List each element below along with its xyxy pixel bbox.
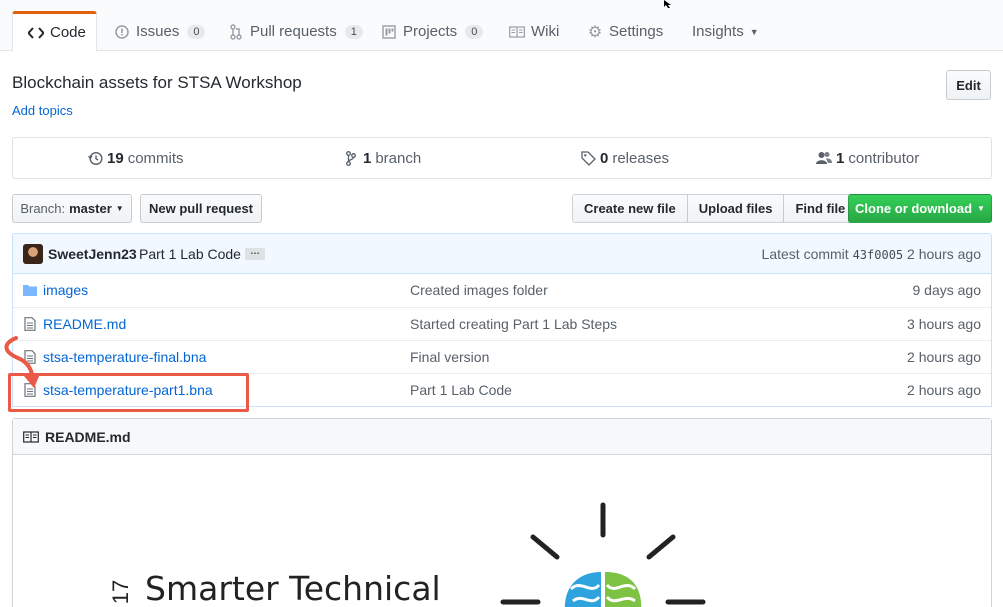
releases-count: 0: [600, 149, 609, 167]
tab-label: Issues: [136, 23, 180, 40]
branch-icon: [343, 150, 359, 166]
issue-icon: [114, 24, 130, 40]
contributors-label: contributor: [848, 149, 920, 167]
commit-age: 2 hours ago: [907, 246, 981, 262]
table-row: images Created images folder 9 days ago: [13, 274, 991, 307]
latest-commit-info: Latest commit 43f0005 2 hours ago: [762, 246, 981, 262]
file-commit-message[interactable]: Final version: [410, 349, 489, 365]
file-name-link[interactable]: stsa-temperature-final.bna: [43, 349, 206, 365]
folder-icon: [23, 285, 37, 296]
latest-commit-bar: SweetJenn23 Part 1 Lab Code … Latest com…: [12, 233, 992, 274]
annotation-arrow-icon: [4, 336, 40, 388]
chevron-down-icon: ▼: [115, 204, 124, 213]
latest-commit-label: Latest commit: [761, 246, 849, 262]
contributors-link[interactable]: 1 contributor: [816, 138, 919, 178]
tag-icon: [580, 150, 596, 166]
repo-nav: Code Issues 0 Pull requests 1 Projects 0…: [0, 0, 1003, 52]
readme-header: README.md: [13, 419, 991, 455]
commit-message[interactable]: Part 1 Lab Code: [139, 246, 241, 262]
file-name-link[interactable]: images: [43, 282, 88, 298]
tab-label: Pull requests: [250, 23, 337, 40]
tab-wiki[interactable]: Wiki: [494, 11, 574, 52]
find-file-button[interactable]: Find file: [784, 195, 857, 222]
tab-label: Insights: [692, 23, 744, 40]
readme-logo-text: Smarter Technical: [145, 569, 441, 607]
readme-title: README.md: [45, 428, 131, 445]
issues-counter: 0: [187, 24, 206, 39]
releases-label: releases: [612, 149, 670, 167]
tab-label: Code: [50, 24, 86, 41]
logo-year: 17: [108, 579, 134, 605]
tab-label: Settings: [609, 23, 664, 40]
tab-code[interactable]: Code: [12, 11, 97, 52]
commits-link[interactable]: 19 commits: [87, 138, 184, 178]
branch-select-button[interactable]: Branch: master ▼: [12, 194, 132, 223]
edit-description-button[interactable]: Edit: [946, 70, 991, 100]
file-navigation-group: Create new file Upload files Find file: [572, 194, 858, 223]
people-icon: [816, 150, 832, 166]
project-icon: [381, 24, 397, 40]
file-age: 9 days ago: [912, 282, 982, 298]
file-icon: [24, 317, 36, 331]
releases-link[interactable]: 0 releases: [580, 138, 669, 178]
tab-settings[interactable]: ⚙ Settings: [572, 11, 678, 52]
branches-link[interactable]: 1 branch: [343, 138, 421, 178]
add-topics-link[interactable]: Add topics: [12, 103, 73, 118]
file-age: 3 hours ago: [907, 316, 981, 332]
file-age: 2 hours ago: [907, 349, 981, 365]
history-icon: [87, 150, 103, 166]
contributors-count: 1: [836, 149, 845, 167]
create-new-file-button[interactable]: Create new file: [573, 195, 688, 222]
tab-insights[interactable]: Insights ▼: [677, 11, 774, 52]
file-commit-message[interactable]: Started creating Part 1 Lab Steps: [410, 316, 617, 332]
table-row: stsa-temperature-final.bna Final version…: [13, 340, 991, 373]
gear-icon: ⚙: [587, 23, 603, 41]
commits-label: commits: [127, 149, 184, 167]
clone-or-download-button[interactable]: Clone or download ▼: [848, 194, 992, 223]
file-name-link[interactable]: README.md: [43, 316, 126, 332]
tab-projects[interactable]: Projects 0: [366, 11, 498, 52]
commits-count: 19: [107, 149, 124, 167]
tab-issues[interactable]: Issues 0: [99, 11, 220, 52]
mouse-cursor-icon: [664, 0, 671, 8]
upload-files-button[interactable]: Upload files: [687, 195, 785, 222]
book-icon: [23, 430, 39, 443]
code-icon: [28, 25, 44, 41]
repo-description: Blockchain assets for STSA Workshop: [12, 73, 302, 92]
brain-logo-icon: [500, 502, 706, 607]
chevron-down-icon: ▼: [749, 26, 759, 37]
new-pull-request-button[interactable]: New pull request: [140, 194, 262, 223]
file-age: 2 hours ago: [907, 382, 981, 398]
projects-counter: 0: [465, 24, 484, 39]
tab-pull-requests[interactable]: Pull requests 1: [213, 11, 378, 52]
clone-label: Clone or download: [855, 201, 973, 216]
tab-label: Wiki: [531, 23, 560, 40]
file-commit-message[interactable]: Part 1 Lab Code: [410, 382, 512, 398]
pull-requests-counter: 1: [344, 24, 363, 39]
pull-request-icon: [228, 23, 244, 40]
branch-prefix: Branch:: [20, 201, 66, 216]
readme-panel: README.md 17 Smarter Technical: [12, 418, 992, 607]
file-commit-message[interactable]: Created images folder: [410, 282, 548, 298]
commit-sha[interactable]: 43f0005: [853, 248, 904, 262]
branches-label: branch: [375, 149, 422, 167]
commit-author[interactable]: SweetJenn23: [48, 246, 137, 262]
book-icon: [509, 24, 525, 40]
branch-name: master: [69, 201, 112, 216]
expand-commit-button[interactable]: …: [245, 247, 265, 260]
tab-label: Projects: [403, 23, 458, 40]
chevron-down-icon: ▼: [977, 204, 985, 213]
repo-summary: 19 commits 1 branch 0 releases 1 contrib…: [12, 137, 992, 179]
table-row: README.md Started creating Part 1 Lab St…: [13, 307, 991, 340]
branches-count: 1: [363, 149, 372, 167]
avatar[interactable]: [23, 244, 43, 264]
